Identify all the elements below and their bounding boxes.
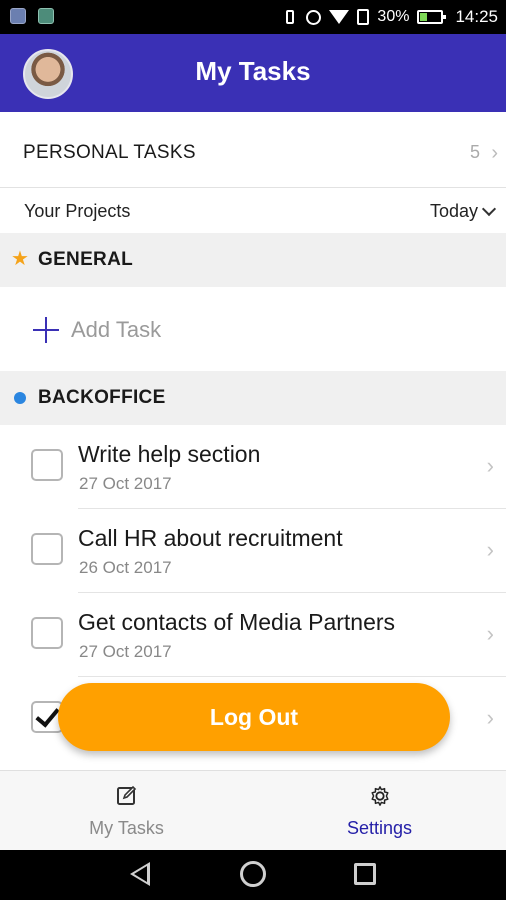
add-task-button[interactable]: Add Task <box>0 287 506 371</box>
task-title: Write help section <box>78 441 261 467</box>
date-filter-dropdown[interactable]: Today <box>429 201 497 222</box>
task-checkbox[interactable] <box>31 449 63 481</box>
home-icon[interactable] <box>240 861 266 887</box>
wifi-icon <box>329 10 350 24</box>
task-title: Call HR about recruitment <box>78 525 343 551</box>
vibrate-icon <box>286 10 295 24</box>
plus-icon <box>33 317 59 343</box>
section-general[interactable]: ★ GENERAL <box>0 233 506 287</box>
chevron-down-icon <box>481 201 497 217</box>
system-nav-bar <box>0 850 506 900</box>
chevron-right-icon: › <box>486 621 494 646</box>
date-filter-value: Today <box>429 201 478 221</box>
status-bar: 30% 14:25 <box>0 0 506 34</box>
projects-label: Your Projects <box>24 201 131 221</box>
notification-app-icon <box>38 8 54 24</box>
chevron-right-icon: › <box>486 705 494 730</box>
task-checkbox[interactable] <box>31 617 63 649</box>
page-title: My Tasks <box>195 56 311 86</box>
battery-saver-icon <box>357 9 370 25</box>
back-icon[interactable] <box>130 862 150 886</box>
edit-icon <box>116 785 136 805</box>
task-title: Get contacts of Media Partners <box>78 609 396 635</box>
task-date: 27 Oct 2017 <box>79 474 172 493</box>
tab-my-tasks[interactable]: My Tasks <box>0 771 253 851</box>
section-backoffice[interactable]: BACKOFFICE <box>0 371 506 425</box>
bottom-tab-bar: My Tasks Settings <box>0 770 506 850</box>
log-out-button[interactable]: Log Out <box>58 683 450 751</box>
tab-settings[interactable]: Settings <box>253 771 506 851</box>
star-icon: ★ <box>11 248 29 270</box>
battery-percent: 30% <box>377 8 410 25</box>
clock: 14:25 <box>455 7 498 26</box>
section-label: GENERAL <box>38 249 133 270</box>
alarm-icon <box>306 9 322 25</box>
task-row[interactable]: Write help section 27 Oct 2017 › <box>0 425 506 509</box>
chevron-right-icon: › <box>486 453 494 478</box>
tab-label: Settings <box>346 818 413 838</box>
chevron-right-icon: › <box>486 537 494 562</box>
task-row[interactable]: Call HR about recruitment 26 Oct 2017 › <box>0 509 506 593</box>
personal-tasks-row[interactable]: PERSONAL TASKS 5 › <box>0 112 506 188</box>
personal-tasks-count: 5 <box>469 142 480 162</box>
task-checkbox[interactable] <box>31 533 63 565</box>
gear-icon <box>370 786 389 806</box>
task-date: 26 Oct 2017 <box>79 558 172 577</box>
task-row[interactable]: Get contacts of Media Partners 27 Oct 20… <box>0 593 506 677</box>
battery-icon <box>417 10 447 24</box>
projects-header: Your Projects Today <box>0 189 506 233</box>
app-header: My Tasks <box>0 34 506 112</box>
notification-app-icon <box>10 8 26 24</box>
section-label: BACKOFFICE <box>38 387 166 408</box>
dot-icon <box>14 392 26 404</box>
task-date: 27 Oct 2017 <box>79 642 172 661</box>
chevron-right-icon: › <box>491 142 498 164</box>
add-task-label: Add Task <box>71 317 162 342</box>
tab-label: My Tasks <box>89 818 164 838</box>
personal-tasks-label: PERSONAL TASKS <box>23 142 196 163</box>
recent-apps-icon[interactable] <box>354 863 376 885</box>
